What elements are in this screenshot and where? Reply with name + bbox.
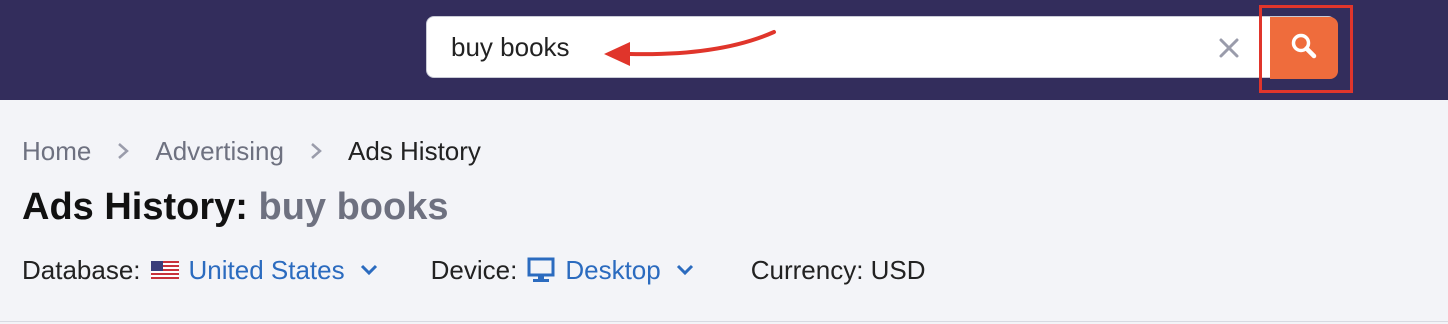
currency-text: Currency: USD (750, 254, 926, 285)
page-title-query: buy books (258, 186, 449, 228)
search-input[interactable] (451, 17, 1191, 77)
breadcrumb-ads-history: Ads History (347, 135, 481, 166)
currency-info: Currency: USD (751, 255, 926, 286)
filter-bar: Database: United States Device: Desktop … (22, 252, 926, 288)
chevron-right-icon (284, 141, 348, 161)
breadcrumb-advertising[interactable]: Advertising (155, 136, 284, 167)
database-label: Database: (22, 254, 141, 285)
database-value[interactable]: United States (189, 255, 345, 286)
page-title-prefix: Ads History: (22, 186, 248, 228)
device-filter[interactable]: Device: Desktop (431, 255, 695, 286)
database-filter[interactable]: Database: United States (22, 255, 379, 286)
desktop-icon (527, 257, 555, 283)
chevron-down-icon[interactable] (675, 263, 695, 277)
chevron-right-icon (91, 141, 155, 161)
breadcrumb-home[interactable]: Home (22, 136, 91, 167)
device-label: Device: (430, 254, 518, 285)
chevron-down-icon[interactable] (359, 263, 379, 277)
search-box[interactable] (426, 16, 1336, 78)
us-flag-icon (150, 261, 179, 279)
search-button[interactable] (1270, 17, 1338, 79)
top-bar (0, 0, 1448, 100)
divider (0, 321, 1448, 322)
page-title: Ads History: buy books (22, 186, 449, 229)
breadcrumb: Home Advertising Ads History (22, 134, 481, 168)
search-icon (1289, 31, 1319, 66)
device-value[interactable]: Desktop (565, 255, 660, 286)
close-icon[interactable] (1217, 36, 1241, 60)
